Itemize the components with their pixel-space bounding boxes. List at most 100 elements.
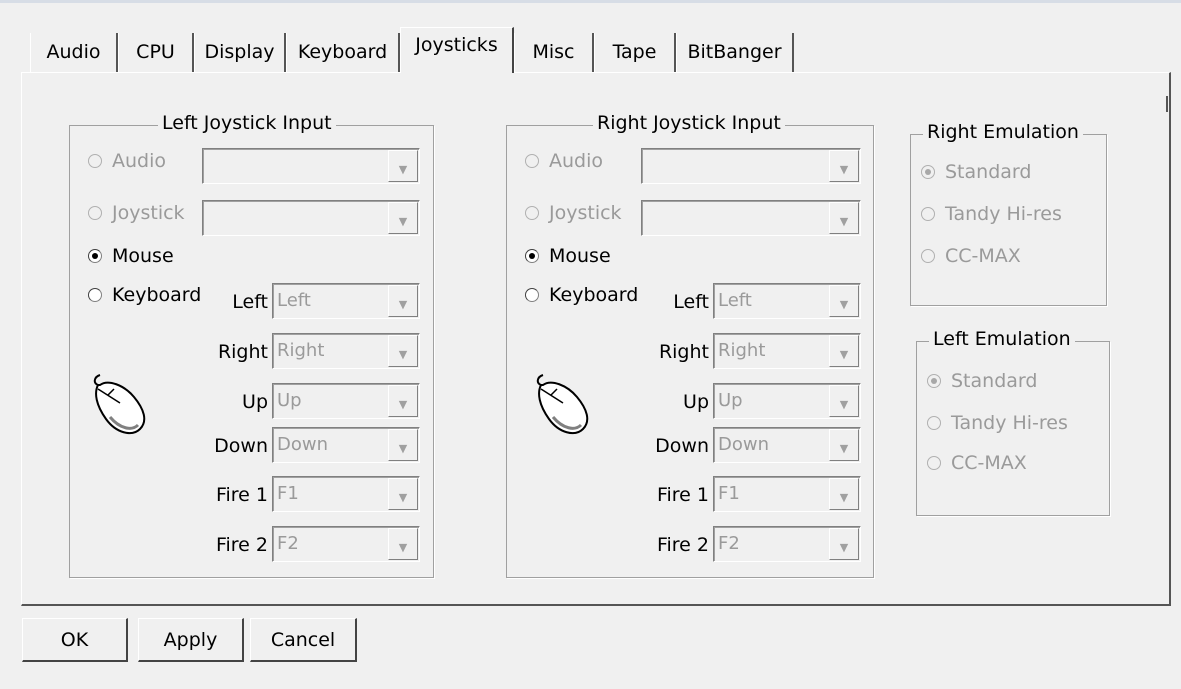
tab-display[interactable]: Display	[194, 33, 286, 73]
chevron-down-icon[interactable]: ▼	[829, 478, 859, 510]
radio-circle	[88, 154, 102, 168]
left-key-down-label: Down	[214, 435, 268, 457]
select-value: Right	[277, 340, 325, 361]
left-emulation-standard-radio[interactable]: Standard	[927, 370, 1037, 392]
tab-label: Audio	[46, 41, 101, 63]
chevron-down-icon[interactable]: ▼	[388, 385, 418, 417]
chevron-down-icon[interactable]: ▼	[829, 429, 859, 461]
radio-label: Standard	[945, 161, 1032, 183]
chevron-down-icon[interactable]: ▼	[829, 385, 859, 417]
left-emulation-group: Left Emulation Standard Tandy Hi-res CC-…	[916, 328, 1110, 516]
apply-button[interactable]: Apply	[138, 618, 244, 662]
right-key-up-label: Up	[683, 391, 709, 413]
radio-circle	[927, 374, 941, 388]
left-key-right-select[interactable]: Right ▼	[272, 333, 420, 369]
right-keyboard-radio[interactable]: Keyboard	[525, 284, 638, 306]
left-emulation-title: Left Emulation	[929, 328, 1075, 350]
chevron-down-icon[interactable]: ▼	[829, 202, 859, 234]
right-key-left-label: Left	[673, 291, 709, 313]
left-keyboard-radio[interactable]: Keyboard	[88, 284, 201, 306]
radio-label: Joystick	[112, 202, 185, 224]
tab-bitbanger[interactable]: BitBanger	[676, 33, 794, 73]
left-emulation-ccmax-radio[interactable]: CC-MAX	[927, 452, 1027, 474]
left-key-left-select[interactable]: Left ▼	[272, 283, 420, 319]
tab-label: Keyboard	[297, 41, 388, 63]
chevron-down-icon[interactable]: ▼	[388, 429, 418, 461]
chevron-down-icon[interactable]: ▼	[829, 335, 859, 367]
select-value: Down	[718, 434, 770, 455]
radio-circle	[921, 207, 935, 221]
radio-label: CC-MAX	[945, 245, 1021, 267]
right-key-fire2-label: Fire 2	[656, 534, 709, 556]
radio-label: CC-MAX	[951, 452, 1027, 474]
cancel-button[interactable]: Cancel	[250, 618, 357, 662]
right-key-right-label: Right	[658, 341, 709, 363]
left-mouse-radio[interactable]: Mouse	[88, 245, 174, 267]
tab-label: Joysticks	[415, 34, 498, 56]
tab-label: CPU	[136, 41, 175, 63]
ok-button[interactable]: OK	[22, 618, 128, 662]
right-key-down-select[interactable]: Down ▼	[713, 427, 861, 463]
right-joystick-group: Right Joystick Input Audio ▼ Joystick ▼ …	[506, 112, 874, 578]
chevron-down-icon[interactable]: ▼	[388, 335, 418, 367]
radio-label: Tandy Hi-res	[945, 203, 1062, 225]
right-audio-radio[interactable]: Audio	[525, 150, 603, 172]
right-audio-device-select[interactable]: ▼	[641, 148, 861, 184]
left-key-fire2-select[interactable]: F2 ▼	[272, 526, 420, 562]
tab-joysticks[interactable]: Joysticks	[400, 27, 514, 73]
tab-label: Tape	[612, 41, 657, 63]
select-value: Left	[277, 290, 311, 311]
right-key-fire1-label: Fire 1	[656, 484, 709, 506]
select-value: F1	[718, 483, 740, 504]
select-value: Left	[718, 290, 752, 311]
radio-circle	[927, 416, 941, 430]
chevron-down-icon[interactable]: ▼	[388, 528, 418, 560]
left-audio-device-select[interactable]: ▼	[202, 148, 420, 184]
chevron-down-icon[interactable]: ▼	[388, 150, 418, 182]
radio-label: Audio	[112, 150, 167, 172]
right-emulation-ccmax-radio[interactable]: CC-MAX	[921, 245, 1021, 267]
left-emulation-tandy-radio[interactable]: Tandy Hi-res	[927, 412, 1068, 434]
select-value: F2	[277, 533, 299, 554]
right-key-fire1-select[interactable]: F1 ▼	[713, 476, 861, 512]
tab-keyboard[interactable]: Keyboard	[286, 33, 400, 73]
left-joystick-device-select[interactable]: ▼	[202, 200, 420, 236]
right-emulation-title: Right Emulation	[923, 121, 1083, 143]
right-joystick-radio[interactable]: Joystick	[525, 202, 622, 224]
right-key-left-select[interactable]: Left ▼	[713, 283, 861, 319]
left-key-up-select[interactable]: Up ▼	[272, 383, 420, 419]
right-key-up-select[interactable]: Up ▼	[713, 383, 861, 419]
select-value: Down	[277, 434, 329, 455]
tab-tape[interactable]: Tape	[594, 33, 676, 73]
chevron-down-icon[interactable]: ▼	[829, 528, 859, 560]
tab-audio[interactable]: Audio	[30, 33, 118, 73]
right-emulation-tandy-radio[interactable]: Tandy Hi-res	[921, 203, 1062, 225]
select-value: Up	[718, 390, 743, 411]
radio-label: Mouse	[549, 245, 611, 267]
radio-label: Tandy Hi-res	[951, 412, 1068, 434]
right-emulation-standard-radio[interactable]: Standard	[921, 161, 1031, 183]
chevron-down-icon[interactable]: ▼	[388, 478, 418, 510]
chevron-down-icon[interactable]: ▼	[388, 202, 418, 234]
right-key-fire2-select[interactable]: F2 ▼	[713, 526, 861, 562]
tab-misc[interactable]: Misc	[514, 33, 594, 73]
right-emulation-group: Right Emulation Standard Tandy Hi-res CC…	[910, 121, 1107, 306]
right-joystick-device-select[interactable]: ▼	[641, 200, 861, 236]
radio-circle	[525, 206, 539, 220]
left-audio-radio[interactable]: Audio	[88, 150, 166, 172]
radio-circle	[88, 206, 102, 220]
select-value: Up	[277, 390, 302, 411]
radio-label: Joystick	[549, 202, 622, 224]
right-mouse-radio[interactable]: Mouse	[525, 245, 611, 267]
right-key-right-select[interactable]: Right ▼	[713, 333, 861, 369]
right-joystick-title: Right Joystick Input	[593, 112, 785, 134]
radio-label: Keyboard	[112, 284, 202, 306]
chevron-down-icon[interactable]: ▼	[388, 285, 418, 317]
radio-label: Keyboard	[549, 284, 639, 306]
left-joystick-radio[interactable]: Joystick	[88, 202, 185, 224]
left-key-down-select[interactable]: Down ▼	[272, 427, 420, 463]
left-key-fire1-select[interactable]: F1 ▼	[272, 476, 420, 512]
chevron-down-icon[interactable]: ▼	[829, 285, 859, 317]
chevron-down-icon[interactable]: ▼	[829, 150, 859, 182]
tab-cpu[interactable]: CPU	[118, 33, 194, 73]
